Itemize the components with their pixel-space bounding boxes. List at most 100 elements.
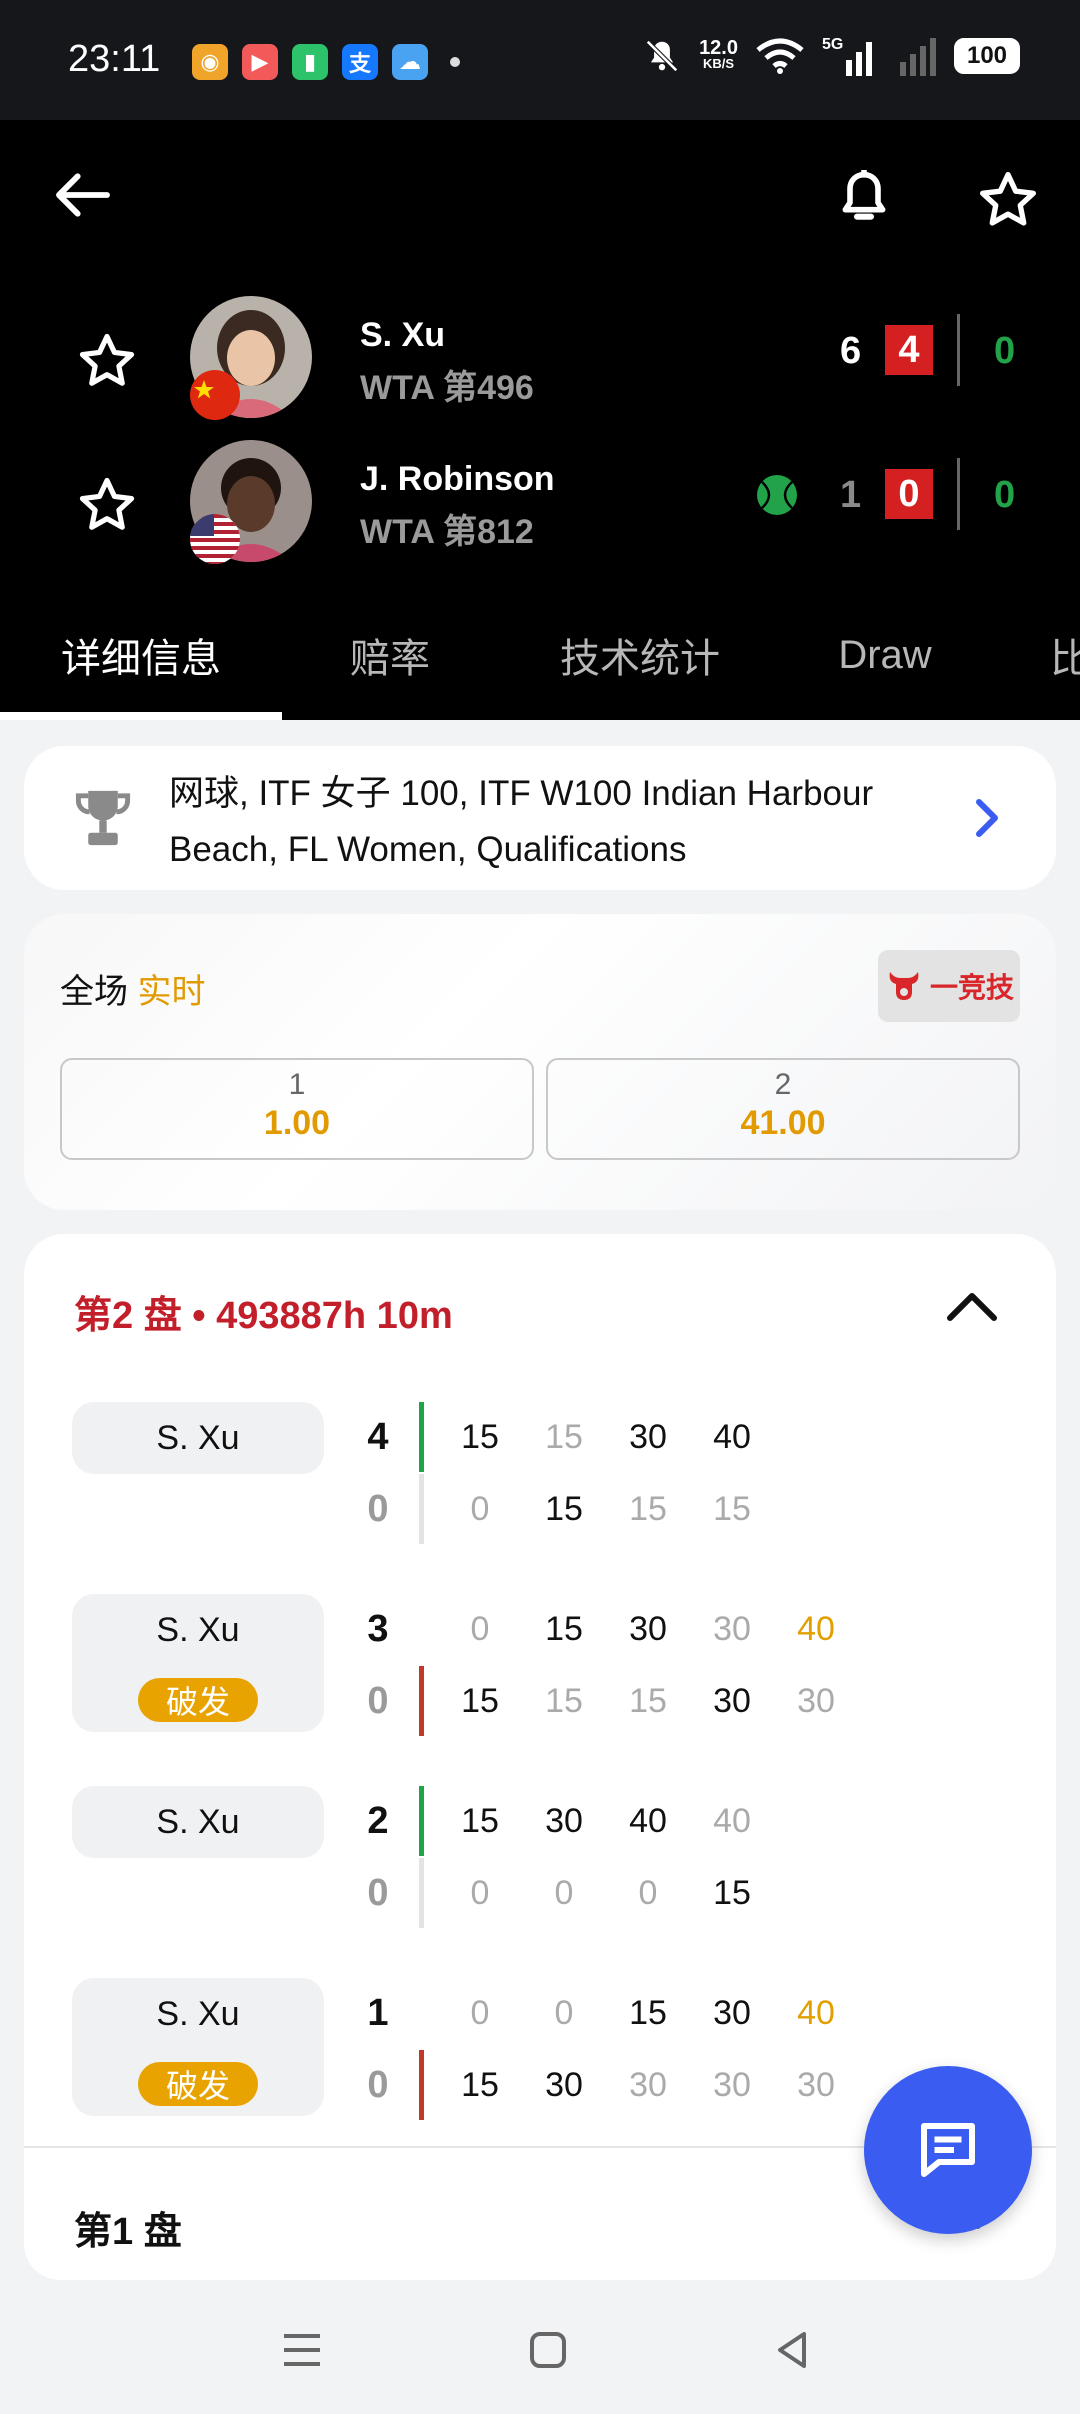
point-score: 15 bbox=[629, 1994, 667, 2032]
server-pill: S. Xu bbox=[72, 1402, 324, 1474]
point-score: 0 bbox=[470, 1490, 490, 1528]
set-1-title: 第1 盘 bbox=[74, 2211, 182, 2253]
server-pill: S. Xu bbox=[72, 1786, 324, 1858]
games-top: 1 bbox=[367, 1992, 389, 2034]
alipay-icon: 支 bbox=[342, 44, 378, 80]
server-pill: S. Xu 破发 bbox=[72, 1978, 324, 2116]
games-bottom: 0 bbox=[367, 1872, 389, 1914]
point-score: 15 bbox=[713, 1490, 751, 1528]
set-1-score: 6 bbox=[840, 330, 862, 372]
point-score: 15 bbox=[545, 1610, 583, 1648]
odds-option-1[interactable]: 1 1.00 bbox=[60, 1058, 534, 1160]
game-break-bar bbox=[419, 1666, 424, 1736]
notification-icons: ◉ ▶ ▮ 支 ☁ bbox=[192, 44, 460, 80]
player-row-1: S. Xu WTA 第496 6 4 0 bbox=[0, 288, 1080, 420]
player-rank: WTA 第812 bbox=[360, 513, 534, 551]
game-points: 0 bbox=[994, 474, 1016, 516]
tab-more[interactable]: 比 bbox=[1050, 590, 1080, 720]
point-score: 40 bbox=[797, 1610, 835, 1648]
point-score: 30 bbox=[629, 2066, 667, 2104]
point-score: 0 bbox=[554, 1994, 574, 2032]
point-score: 30 bbox=[797, 2066, 835, 2104]
home-nav-icon[interactable] bbox=[508, 2320, 588, 2380]
score-divider bbox=[957, 458, 960, 530]
point-score: 30 bbox=[797, 1682, 835, 1720]
point-score: 0 bbox=[470, 1994, 490, 2032]
player-name[interactable]: S. Xu bbox=[360, 316, 445, 355]
point-score: 15 bbox=[545, 1682, 583, 1720]
battery-saver-icon: ▮ bbox=[292, 44, 328, 80]
current-set-score: 4 bbox=[885, 325, 933, 375]
games-top: 4 bbox=[367, 1416, 389, 1458]
chat-fab-button[interactable] bbox=[864, 2066, 1032, 2234]
video-icon: ▶ bbox=[242, 44, 278, 80]
tab-odds[interactable]: 赔率 bbox=[320, 590, 460, 720]
tournament-name: 网球, ITF 女子 100, ITF W100 Indian Harbour … bbox=[169, 774, 874, 869]
game-points: 0 bbox=[994, 330, 1016, 372]
odds-option-2[interactable]: 2 41.00 bbox=[546, 1058, 1020, 1160]
bookmaker-name: 一竞技 bbox=[929, 972, 1014, 1003]
point-score: 40 bbox=[629, 1802, 667, 1840]
network-speed: 12.0 KB/S bbox=[699, 37, 738, 71]
point-score: 15 bbox=[461, 1802, 499, 1840]
player-row-2: J. Robinson WTA 第812 1 0 0 bbox=[0, 432, 1080, 564]
score-divider bbox=[957, 314, 960, 386]
point-score: 0 bbox=[470, 1610, 490, 1648]
games-bottom: 0 bbox=[367, 1680, 389, 1722]
usa-flag-icon bbox=[190, 514, 240, 564]
chat-icon bbox=[921, 2123, 975, 2177]
point-score: 30 bbox=[545, 2066, 583, 2104]
set-2-title[interactable]: 第2 盘 • 493887h 10m bbox=[74, 1284, 453, 1339]
system-nav-bar bbox=[0, 2290, 1080, 2414]
weather-icon: ☁ bbox=[392, 44, 428, 80]
menu-nav-icon[interactable] bbox=[262, 2320, 342, 2380]
point-score: 30 bbox=[713, 2066, 751, 2104]
mute-bell-icon bbox=[646, 40, 678, 72]
point-score: 30 bbox=[629, 1418, 667, 1456]
game-loser-bar bbox=[419, 1474, 424, 1544]
chevron-up-icon[interactable] bbox=[944, 1286, 1000, 1326]
tab-details[interactable]: 详细信息 bbox=[0, 590, 282, 720]
player-favorite-star-icon[interactable] bbox=[72, 326, 142, 396]
point-score: 0 bbox=[470, 1874, 490, 1912]
game-loser-bar bbox=[419, 1858, 424, 1928]
game-row: S. Xu 破发 3 0 0 15 30 30 40 15 15 15 30 3… bbox=[24, 1594, 1056, 1736]
signal-empty-icon bbox=[900, 38, 936, 76]
point-score: 30 bbox=[545, 1802, 583, 1840]
tournament-card[interactable]: 网球, ITF 女子 100, ITF W100 Indian Harbour … bbox=[24, 746, 1056, 890]
more-notifications-icon bbox=[450, 57, 460, 67]
active-tab-indicator bbox=[0, 712, 282, 720]
player-rank: WTA 第496 bbox=[360, 369, 534, 407]
current-set-score: 0 bbox=[885, 469, 933, 519]
player-favorite-star-icon[interactable] bbox=[72, 470, 142, 540]
chevron-right-icon[interactable] bbox=[972, 796, 1002, 845]
back-arrow-icon[interactable] bbox=[48, 160, 118, 230]
tab-bar: 详细信息 赔率 技术统计 Draw 比 bbox=[0, 590, 1080, 720]
notification-bell-icon[interactable] bbox=[824, 158, 904, 238]
china-flag-icon bbox=[190, 370, 240, 420]
system-indicators: 12.0 KB/S 5G 100 bbox=[643, 36, 1020, 76]
favorite-star-icon[interactable] bbox=[966, 158, 1050, 242]
point-score: 15 bbox=[629, 1490, 667, 1528]
point-score: 15 bbox=[545, 1418, 583, 1456]
clock: 23:11 bbox=[68, 38, 161, 80]
games-bottom: 0 bbox=[367, 2064, 389, 2106]
point-score: 30 bbox=[629, 1610, 667, 1648]
player-name[interactable]: J. Robinson bbox=[360, 460, 555, 499]
tab-draw[interactable]: Draw bbox=[810, 590, 960, 720]
games-top: 3 bbox=[367, 1608, 389, 1650]
bookmaker-badge[interactable]: 一竞技 bbox=[878, 950, 1020, 1022]
game-break-bar bbox=[419, 2050, 424, 2120]
point-score: 15 bbox=[461, 1418, 499, 1456]
odds-label: 全场 实时 bbox=[60, 973, 206, 1011]
back-nav-icon[interactable] bbox=[752, 2320, 832, 2380]
point-score: 15 bbox=[461, 2066, 499, 2104]
point-score: 30 bbox=[713, 1682, 751, 1720]
server-pill: S. Xu 破发 bbox=[72, 1594, 324, 1732]
point-score: 15 bbox=[545, 1490, 583, 1528]
odds-card: 全场 实时 一竞技 1 1.00 2 41.00 bbox=[24, 914, 1056, 1210]
signal-5g-icon: 5G bbox=[822, 36, 878, 76]
tab-stats[interactable]: 技术统计 bbox=[530, 590, 750, 720]
battery-icon: 100 bbox=[954, 38, 1020, 74]
game-loser-bar bbox=[419, 1978, 424, 2048]
